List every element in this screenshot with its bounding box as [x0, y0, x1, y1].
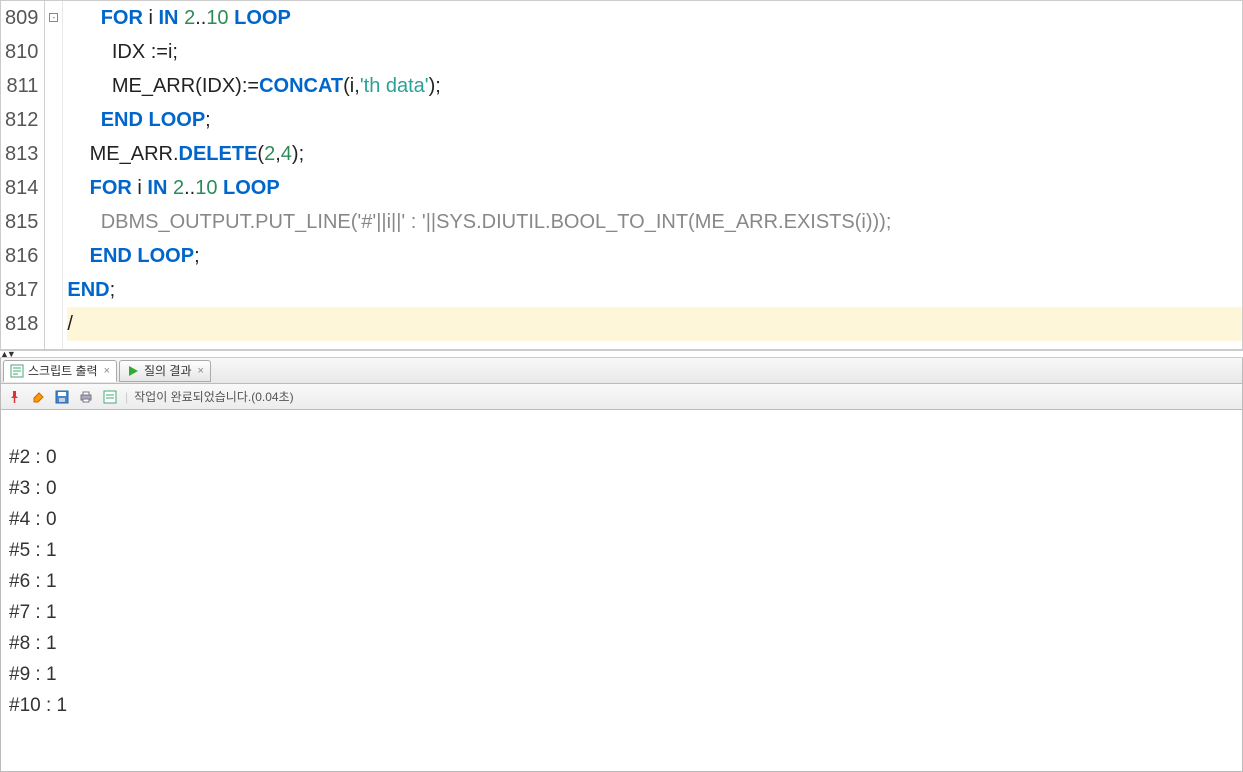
line-number: 818	[1, 307, 44, 341]
line-number: 814	[1, 171, 44, 205]
fold-row[interactable]: -	[45, 1, 62, 35]
output-line: #10 : 1	[9, 690, 1234, 721]
output-line: #7 : 1	[9, 597, 1234, 628]
close-icon[interactable]: ×	[198, 365, 204, 377]
script-output-pane[interactable]: #2 : 0#3 : 0#4 : 0#5 : 1#6 : 1#7 : 1#8 :…	[0, 410, 1243, 772]
code-editor[interactable]: 809810811812813814815816817818 - FOR i I…	[0, 0, 1243, 350]
pane-splitter[interactable]: ▲▼	[0, 350, 1243, 358]
fold-row	[45, 307, 62, 341]
fold-row	[45, 239, 62, 273]
line-number: 815	[1, 205, 44, 239]
fold-strip[interactable]: -	[45, 1, 63, 349]
line-number-gutter: 809810811812813814815816817818	[1, 1, 45, 349]
output-line: #3 : 0	[9, 473, 1234, 504]
erase-button[interactable]	[29, 388, 47, 406]
line-number: 809	[1, 1, 44, 35]
line-number: 810	[1, 35, 44, 69]
status-text: 작업이 완료되었습니다.(0.04초)	[134, 388, 293, 405]
fold-row	[45, 69, 62, 103]
code-line[interactable]: FOR i IN 2..10 LOOP	[67, 171, 1242, 205]
fold-row	[45, 103, 62, 137]
line-number: 817	[1, 273, 44, 307]
code-line[interactable]: ME_ARR.DELETE(2,4);	[67, 137, 1242, 171]
splitter-handle-icon: ▲▼	[0, 349, 14, 359]
code-line[interactable]: /	[67, 307, 1242, 341]
close-icon[interactable]: ×	[104, 365, 110, 377]
script-output-icon	[10, 364, 24, 378]
fold-row	[45, 273, 62, 307]
fold-row	[45, 171, 62, 205]
code-line[interactable]: ME_ARR(IDX):=CONCAT(i,'th data');	[67, 69, 1242, 103]
line-number: 812	[1, 103, 44, 137]
save-button[interactable]	[53, 388, 71, 406]
output-toolbar: | 작업이 완료되었습니다.(0.04초)	[0, 384, 1243, 410]
line-number: 811	[1, 69, 44, 103]
toolbar-separator: |	[125, 390, 128, 404]
output-line: #8 : 1	[9, 628, 1234, 659]
output-line: #5 : 1	[9, 535, 1234, 566]
tab-script-output[interactable]: 스크립트 출력 ×	[3, 360, 117, 382]
code-line[interactable]: END LOOP;	[67, 103, 1242, 137]
fold-row	[45, 137, 62, 171]
code-line[interactable]: END LOOP;	[67, 239, 1242, 273]
fold-row	[45, 35, 62, 69]
tab-label: 스크립트 출력	[28, 362, 98, 379]
line-number: 816	[1, 239, 44, 273]
tab-query-result[interactable]: 질의 결과 ×	[119, 360, 211, 382]
fold-row	[45, 205, 62, 239]
code-content[interactable]: FOR i IN 2..10 LOOP IDX :=i; ME_ARR(IDX)…	[63, 1, 1242, 349]
print-button[interactable]	[77, 388, 95, 406]
output-line: #4 : 0	[9, 504, 1234, 535]
sql-button[interactable]	[101, 388, 119, 406]
play-icon	[126, 364, 140, 378]
code-line[interactable]: END;	[67, 273, 1242, 307]
code-line[interactable]: DBMS_OUTPUT.PUT_LINE('#'||i||' : '||SYS.…	[67, 205, 1242, 239]
output-blank-line	[9, 416, 1234, 442]
tab-label: 질의 결과	[144, 362, 192, 379]
output-line: #6 : 1	[9, 566, 1234, 597]
code-line[interactable]: IDX :=i;	[67, 35, 1242, 69]
output-line: #2 : 0	[9, 442, 1234, 473]
fold-toggle-icon[interactable]: -	[49, 13, 58, 22]
pin-button[interactable]	[5, 388, 23, 406]
code-line[interactable]: FOR i IN 2..10 LOOP	[67, 1, 1242, 35]
output-line: #9 : 1	[9, 659, 1234, 690]
line-number: 813	[1, 137, 44, 171]
output-tabs: 스크립트 출력 × 질의 결과 ×	[0, 358, 1243, 384]
